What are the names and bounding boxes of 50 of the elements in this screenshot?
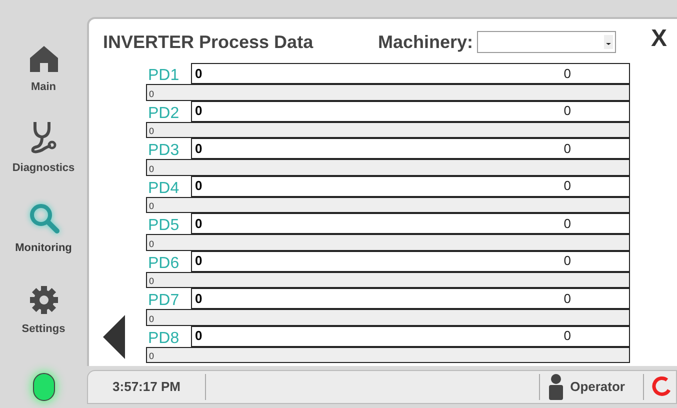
value-field[interactable]: 0 0 [191,213,630,234]
search-icon [28,202,60,234]
caret-icon [604,35,614,49]
reading-text: 0 [564,290,571,308]
pd-label: PD5 [147,218,180,234]
value-bar: 0 [146,272,630,288]
pd-label: PD6 [147,256,180,272]
value-field[interactable]: 0 0 [191,176,630,196]
reading-text: 0 [564,214,571,233]
value-bar: 0 [146,234,630,250]
machinery-dropdown[interactable] [477,31,616,53]
reading-text: 0 [564,140,571,158]
user-icon [548,374,564,400]
reading-text: 0 [564,64,571,83]
home-icon [28,45,58,73]
value-field[interactable]: 0 0 [191,63,630,84]
value-field[interactable]: 0 0 [191,250,630,272]
pd-label: PD8 [147,330,180,346]
value-bar: 0 [146,196,630,213]
user-name: Operator [570,378,626,396]
reading-text: 0 [564,327,571,346]
sidebar-item[interactable]: Main [2,37,86,96]
reading-text: 0 [564,252,571,270]
value-field[interactable]: 0 0 [191,288,630,309]
back-arrow-icon [103,315,125,359]
value-field[interactable]: 0 0 [191,138,630,159]
value-bar: 0 [146,122,630,138]
value-bar: 0 [146,309,630,326]
reading-text: 0 [564,177,571,196]
pd-label: PD2 [147,106,180,122]
reading-text: 0 [564,102,571,120]
gear-icon [28,284,58,314]
panel-title: INVERTER Process Data [103,30,314,54]
pd-label: PD4 [147,180,180,196]
sidebar-item[interactable]: Settings [2,278,86,337]
stethoscope-icon [30,120,58,154]
pd-label: PD1 [147,68,180,84]
value-bar: 0 [146,84,630,100]
value-field[interactable]: 0 0 [191,100,630,122]
pd-label: PD3 [147,143,180,159]
value-field[interactable]: 0 0 [191,326,630,346]
close-button[interactable]: X [650,27,667,51]
clock-text: 3:57:17 PM [88,374,206,400]
value-bar: 0 [146,346,630,363]
pd-label: PD7 [147,293,180,309]
sidebar-item[interactable]: Diagnostics [2,118,86,176]
loading-icon [650,376,672,398]
machinery-label: Machinery: [378,30,474,54]
value-bar: 0 [146,159,630,176]
sidebar-item[interactable]: Monitoring [2,198,86,256]
